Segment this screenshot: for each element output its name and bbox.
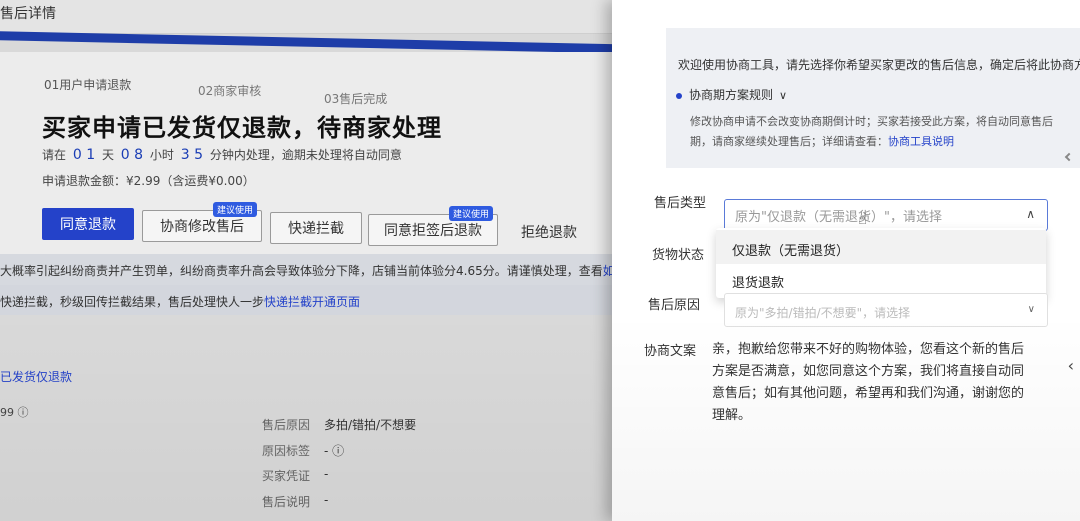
countdown-text: 请在 0 1 天 0 8 小时 3 5 分钟内处理，逾期未处理将自动同意 (42, 147, 402, 163)
section-link[interactable]: 已发货仅退款 (0, 368, 72, 385)
notice-text: 欢迎使用协商工具，请先选择你希望买家更改的售后信息，确定后将此协商方 (678, 58, 1080, 72)
step-3: 03售后完成 (324, 92, 388, 106)
status-headline: 买家申请已发货仅退款，待商家处理 (42, 114, 442, 142)
step-1: 01用户申请退款 (44, 78, 132, 92)
countdown-hours: 0 8 (120, 147, 144, 163)
countdown-minutes: 3 5 (180, 147, 203, 163)
page-header: 售后详情 (0, 0, 640, 34)
reason-label: 售后原因 (648, 298, 701, 313)
reason-select[interactable]: 原为"多拍/错拍/不想要"，请选择 ∨ (724, 293, 1048, 327)
intercept-tip: 快递拦截，秒级回传拦截结果，售后处理快人一步快递拦截开通页面 (0, 285, 640, 315)
recommend-badge: 建议使用 (212, 202, 257, 217)
type-label: 售后类型 (654, 196, 707, 211)
chevron-up-icon: ∧ (1026, 207, 1035, 221)
type-dropdown: 仅退款（无需退货） 退货退款 (716, 228, 1046, 298)
chevron-down-icon: ∨ (1027, 304, 1035, 315)
detail-row: 原因标签 - ⓘ (262, 444, 345, 458)
recommend-badge: 建议使用 (448, 206, 493, 221)
chevron-down-icon: ∨ (779, 89, 788, 102)
message-textarea[interactable]: 亲，抱歉给您带来不好的购物体验，您看这个新的售后方案是否满意，如您同意这个方案，… (712, 339, 1032, 427)
info-icon: ⓘ (17, 406, 29, 419)
goods-status-label: 货物状态 (652, 248, 705, 263)
tool-guide-link[interactable]: 协商工具说明 (888, 135, 954, 148)
header-accent-band (0, 31, 640, 54)
detail-row: 售后原因 多拍/错拍/不想要 (262, 418, 417, 432)
notice-box: 欢迎使用协商工具，请先选择你希望买家更改的售后信息，确定后将此协商方 协商期方案… (666, 28, 1080, 168)
option-refund-only[interactable]: 仅退款（无需退货） (716, 230, 1046, 264)
resize-corner-icon (1064, 152, 1074, 162)
collapse-arrow-icon[interactable]: ‹ (1068, 356, 1074, 375)
after-sale-detail-page: 售后详情 01用户申请退款 02商家审核 03售后完成 买家申请已发货仅退款，待… (0, 0, 640, 521)
hand-cursor-icon: ☝ (858, 210, 868, 228)
rule-description: 修改协商申请不会改变协商期倒计时；买家若接受此方案，将自动同意售后 期，请商家继… (690, 115, 1053, 148)
step-2: 02商家审核 (198, 84, 262, 98)
negotiate-button[interactable]: 协商修改售后 建议使用 (142, 202, 262, 242)
page-title: 售后详情 (0, 6, 56, 22)
after-sale-type-select[interactable]: 原为"仅退款（无需退货）"，请选择 ∧ (724, 199, 1048, 231)
warning-banner: 大概率引起纠纷商责并产生罚单，纠纷商责率升高会导致体验分下降，店铺当前体验分4.… (0, 254, 640, 315)
amount-short: 99 ⓘ (0, 406, 29, 419)
message-label: 协商文案 (644, 344, 697, 359)
countdown-days: 0 1 (72, 147, 96, 163)
express-intercept-button[interactable]: 快递拦截 (270, 212, 362, 244)
reject-refund-button[interactable]: 拒绝退款 (504, 216, 594, 248)
agree-after-reject-button[interactable]: 同意拒签后退款 建议使用 (368, 206, 498, 246)
rule-toggle[interactable]: 协商期方案规则 ∨ (676, 86, 787, 103)
bullet-icon (676, 92, 682, 99)
agree-refund-button[interactable]: 同意退款 (42, 208, 134, 240)
option-return-refund[interactable]: 退货退款 (732, 272, 784, 291)
negotiation-drawer: 欢迎使用协商工具，请先选择你希望买家更改的售后信息，确定后将此协商方 协商期方案… (612, 0, 1080, 521)
detail-row: 售后说明 - (262, 493, 329, 509)
intercept-open-link[interactable]: 快递拦截开通页面 (264, 295, 360, 309)
detail-row: 买家凭证 - (262, 467, 329, 483)
refund-amount: 申请退款金额：¥2.99（含运费¥0.00） (42, 174, 255, 188)
